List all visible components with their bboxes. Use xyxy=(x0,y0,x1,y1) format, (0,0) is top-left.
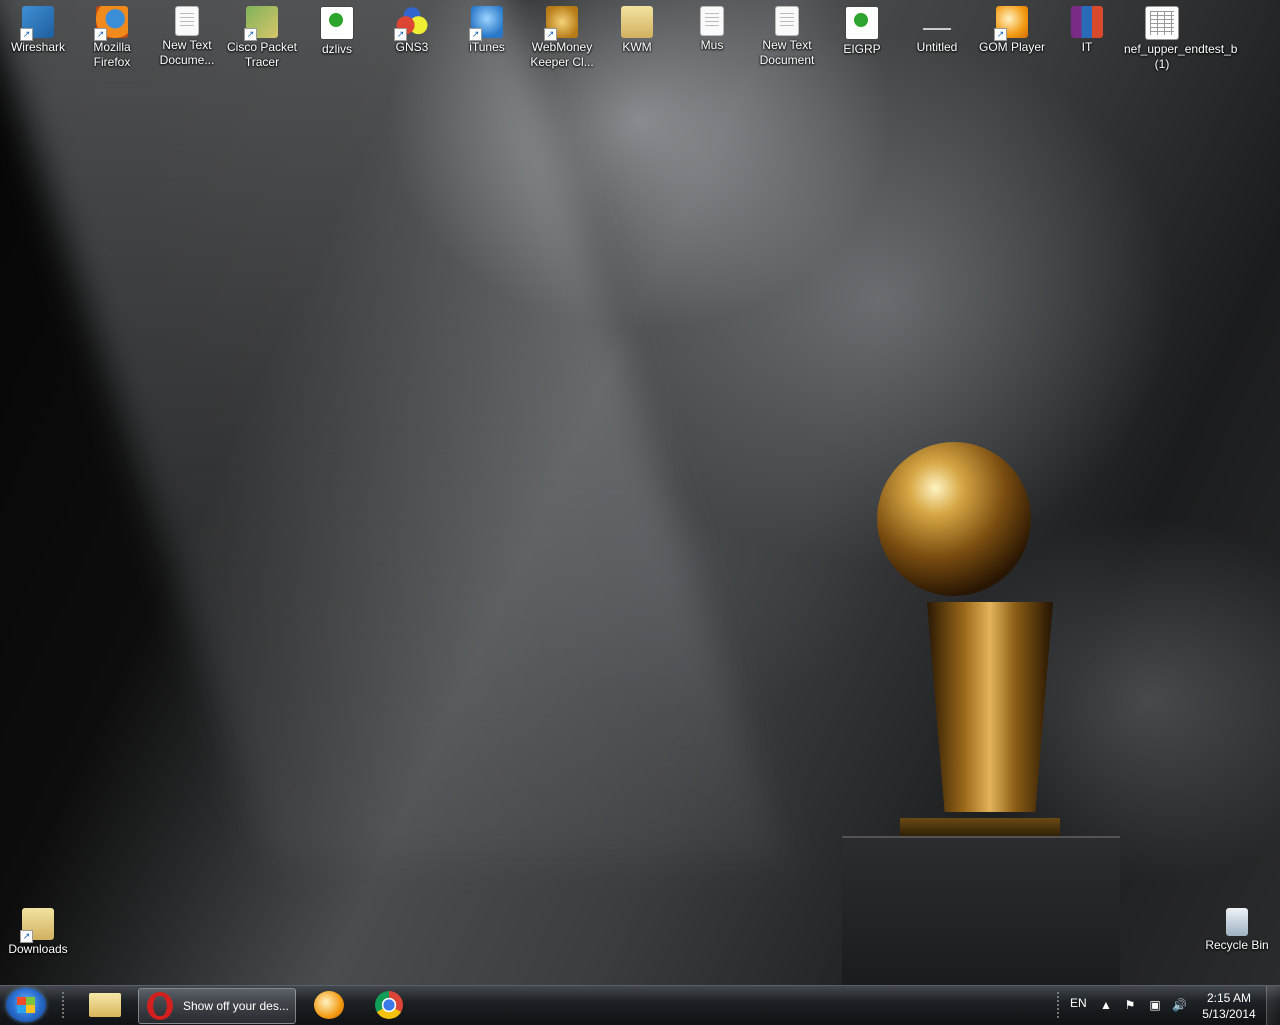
desktop-icon-label: Mozilla Firefox xyxy=(93,40,131,69)
trophy-body xyxy=(927,602,1053,812)
desktop-wallpaper xyxy=(0,0,1280,985)
desktop-icon-mus[interactable]: Mus xyxy=(674,0,750,53)
wireshark-icon xyxy=(20,6,54,41)
folder-icon xyxy=(89,993,121,1017)
taskbar-gom-player-button[interactable] xyxy=(306,988,352,1022)
desktop-icon-label: EIGRP xyxy=(843,42,881,56)
desktop-icon-cisco-packet-tracer[interactable]: Cisco Packet Tracer xyxy=(224,0,300,70)
firefox-icon xyxy=(94,6,128,41)
downloads-folder-icon xyxy=(20,908,54,943)
winrar-archive-icon xyxy=(1071,6,1103,38)
language-indicator[interactable]: EN xyxy=(1070,996,1087,1010)
desktop-icon-label: New Text Docume... xyxy=(159,38,215,67)
system-clock[interactable]: 2:15 AM 5/13/2014 xyxy=(1196,990,1262,1022)
start-button[interactable] xyxy=(6,988,46,1022)
trophy-pedestal xyxy=(842,836,1120,985)
folder-icon xyxy=(621,6,653,38)
desktop-icon-downloads[interactable]: Downloads xyxy=(0,902,76,957)
packet-tracer-icon xyxy=(244,6,278,41)
spreadsheet-icon xyxy=(1145,6,1179,40)
taskbar: Show off your des... EN ▲ ⚑ ▣ 🔊 2:15 AM … xyxy=(0,985,1280,1025)
desktop-icon-dzlivs[interactable]: dzlivs xyxy=(299,0,375,57)
desktop-icon-itunes[interactable]: iTunes xyxy=(449,0,525,55)
network-icon[interactable]: ▣ xyxy=(1148,998,1162,1012)
taskbar-chrome-button[interactable] xyxy=(366,988,412,1022)
tray-grip xyxy=(1057,992,1059,1018)
text-document-icon xyxy=(175,6,199,36)
desktop-icon-label: WebMoney Keeper Cl... xyxy=(530,40,594,69)
desktop-icon-label: Untitled xyxy=(916,40,958,54)
desktop-icon-new-text-document-1[interactable]: New Text Docume... xyxy=(149,0,225,68)
desktop-icon-recycle-bin[interactable]: Recycle Bin xyxy=(1199,902,1275,953)
desktop-icon-nef-upper-endtest[interactable]: nef_upper_endtest_b (1) xyxy=(1124,0,1238,72)
desktop-icon-webmoney-keeper[interactable]: WebMoney Keeper Cl... xyxy=(524,0,600,70)
chrome-icon xyxy=(375,991,403,1019)
itunes-icon xyxy=(469,6,503,41)
show-desktop-button[interactable] xyxy=(1266,986,1280,1025)
gom-player-icon xyxy=(994,6,1028,41)
clock-time: 2:15 AM xyxy=(1206,991,1252,1005)
desktop-icon-kwm[interactable]: KWM xyxy=(599,0,675,55)
light-beam xyxy=(0,0,787,860)
taskbar-explorer-button[interactable] xyxy=(82,988,128,1022)
desktop-icon-it[interactable]: IT xyxy=(1049,0,1125,55)
blank-file-icon xyxy=(921,6,953,38)
trophy-base xyxy=(900,818,1060,838)
desktop-icon-label: Mus xyxy=(700,38,724,52)
network-capture-icon xyxy=(845,6,879,40)
desktop-icon-label: Cisco Packet Tracer xyxy=(226,40,298,69)
desktop-icon-firefox[interactable]: Mozilla Firefox xyxy=(74,0,150,70)
taskbar-opera-button[interactable]: Show off your des... xyxy=(138,988,296,1024)
clock-date: 5/13/2014 xyxy=(1202,1007,1256,1021)
desktop-icon-label: IT xyxy=(1081,40,1093,54)
text-document-icon xyxy=(700,6,724,36)
trophy-ball xyxy=(877,442,1031,596)
text-document-icon xyxy=(775,6,799,36)
desktop-icon-label: GNS3 xyxy=(395,40,429,54)
desktop-icon-label: GOM Player xyxy=(978,40,1045,54)
taskbar-opera-label: Show off your des... xyxy=(183,999,289,1013)
desktop-icon-gom-player[interactable]: GOM Player xyxy=(974,0,1050,55)
show-hidden-icons-icon[interactable]: ▲ xyxy=(1099,998,1113,1012)
desktop-icon-new-text-document-2[interactable]: New Text Document xyxy=(749,0,825,68)
desktop-icon-gns3[interactable]: GNS3 xyxy=(374,0,450,55)
desktop-icon-label: Downloads xyxy=(8,942,68,956)
desktop-icon-label: nef_upper_endtest_b (1) xyxy=(1124,42,1238,71)
network-capture-icon xyxy=(320,6,354,40)
taskbar-grip xyxy=(62,992,64,1018)
action-center-flag-icon[interactable]: ⚑ xyxy=(1123,998,1137,1012)
windows-start-icon xyxy=(17,997,35,1013)
desktop-icon-label: KWM xyxy=(622,40,652,54)
desktop-icon-label: dzlivs xyxy=(321,42,352,56)
desktop-icon-label: iTunes xyxy=(469,40,505,54)
desktop-icon-label: Wireshark xyxy=(10,40,65,54)
desktop-icon-wireshark[interactable]: Wireshark xyxy=(0,0,76,55)
desktop-icon-untitled[interactable]: Untitled xyxy=(899,0,975,55)
webmoney-icon xyxy=(544,6,578,41)
recycle-bin-icon xyxy=(1226,908,1248,936)
desktop-icon-eigrp[interactable]: EIGRP xyxy=(824,0,900,57)
opera-icon xyxy=(147,992,173,1020)
desktop-icon-label: Recycle Bin xyxy=(1205,938,1269,952)
gns3-icon xyxy=(394,6,428,41)
gom-player-icon xyxy=(314,991,344,1019)
volume-icon[interactable]: 🔊 xyxy=(1172,998,1187,1012)
desktop-icon-label: New Text Document xyxy=(759,38,815,67)
